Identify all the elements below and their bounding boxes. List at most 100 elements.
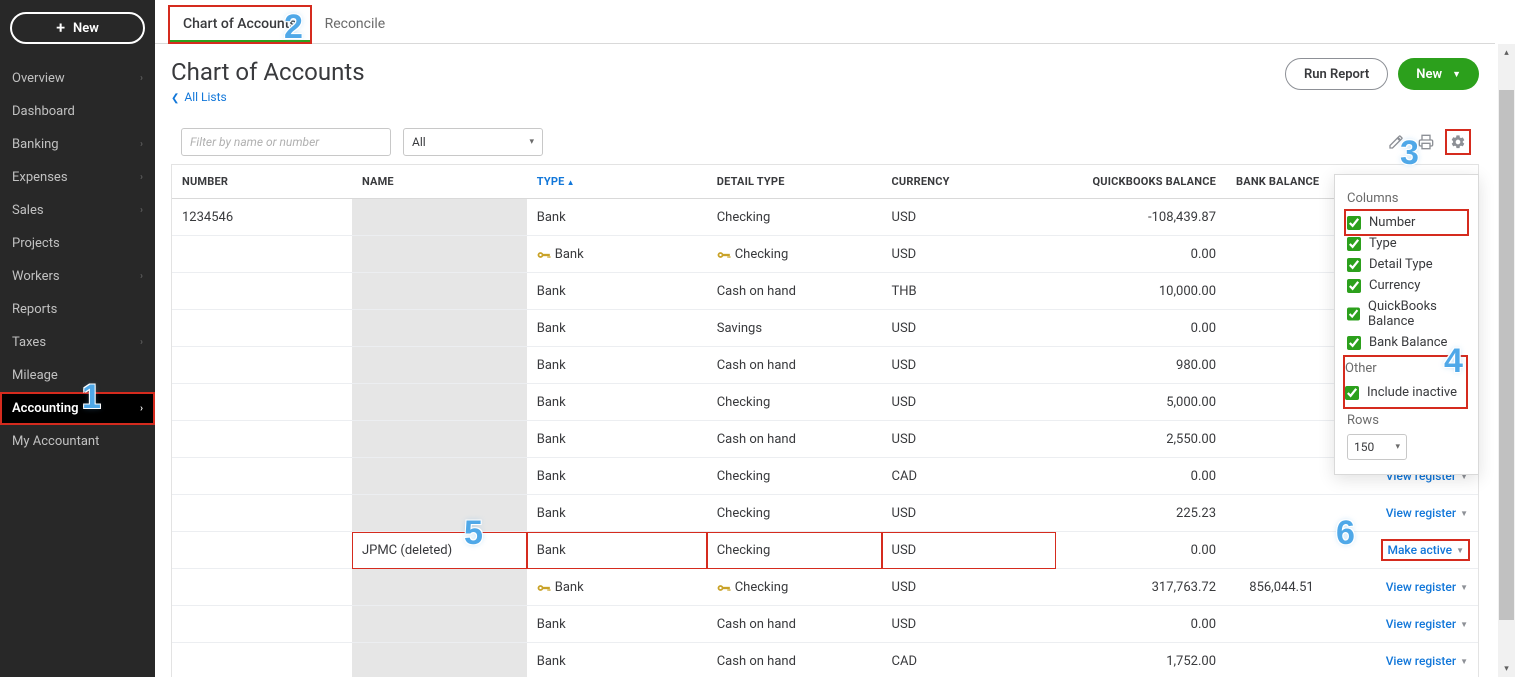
cell-name — [352, 384, 527, 421]
edit-icon[interactable] — [1387, 133, 1405, 151]
new-button[interactable]: + New — [10, 12, 145, 44]
cell-currency: USD — [882, 199, 1057, 236]
nav-item-reports[interactable]: Reports — [0, 293, 155, 326]
cell-action: Make active ▼ — [1324, 532, 1478, 569]
column-toggle-bank-balance[interactable]: Bank Balance — [1347, 332, 1466, 353]
redacted-name — [352, 606, 527, 642]
col-currency[interactable]: CURRENCY — [882, 165, 1057, 199]
table-toolbar: All ▾ — [171, 128, 1479, 156]
scroll-up-arrow[interactable]: ▴ — [1498, 44, 1515, 61]
cell-bank-balance — [1226, 606, 1324, 643]
col-bank-balance[interactable]: BANK BALANCE — [1226, 165, 1324, 199]
redacted-name — [352, 569, 527, 605]
cell-bank-balance — [1226, 310, 1324, 347]
table-row: BankCash on handUSD980.00 — [172, 347, 1478, 384]
redacted-name — [352, 643, 527, 677]
cell-bank-balance — [1226, 384, 1324, 421]
row-action-link[interactable]: View register ▼ — [1386, 506, 1468, 520]
nav-item-projects[interactable]: Projects — [0, 227, 155, 260]
chevron-right-icon: › — [140, 139, 143, 150]
tabbar: Chart of AccountsReconcile — [155, 0, 1495, 44]
cell-name — [352, 643, 527, 677]
cell-number: 1234546 — [172, 199, 352, 236]
run-report-button[interactable]: Run Report — [1285, 58, 1388, 90]
cell-detail-type: Checking — [707, 495, 882, 532]
checkbox-input[interactable] — [1347, 237, 1361, 251]
cell-number — [172, 495, 352, 532]
cell-qb-balance: 5,000.00 — [1056, 384, 1226, 421]
cell-currency: USD — [882, 569, 1057, 606]
nav-item-sales[interactable]: Sales› — [0, 194, 155, 227]
chevron-left-icon: ❮ — [171, 93, 179, 104]
checkbox-input[interactable] — [1347, 307, 1360, 321]
scrollbar[interactable]: ▴ ▾ — [1498, 44, 1515, 677]
include-inactive-checkbox[interactable]: Include inactive — [1345, 382, 1462, 403]
cell-bank-balance — [1226, 532, 1324, 569]
row-action-link[interactable]: View register ▼ — [1386, 654, 1468, 668]
breadcrumb-label: All Lists — [184, 90, 226, 104]
nav-item-mileage[interactable]: Mileage — [0, 359, 155, 392]
cell-action: View register ▼ — [1324, 606, 1478, 643]
col-type[interactable]: TYPE▲ — [527, 165, 707, 199]
column-toggle-quickbooks-balance[interactable]: QuickBooks Balance — [1347, 296, 1466, 332]
cell-name — [352, 273, 527, 310]
column-toggle-detail-type[interactable]: Detail Type — [1347, 254, 1466, 275]
cell-type: Bank — [527, 347, 707, 384]
scroll-down-arrow[interactable]: ▾ — [1498, 660, 1515, 677]
print-icon[interactable] — [1417, 133, 1435, 151]
col-detail-type[interactable]: DETAIL TYPE — [707, 165, 882, 199]
cell-bank-balance — [1226, 643, 1324, 677]
cell-detail-type: Cash on hand — [707, 347, 882, 384]
cell-currency: USD — [882, 384, 1057, 421]
rows-select[interactable]: 150 ▾ — [1347, 434, 1407, 460]
checkbox-input[interactable] — [1347, 258, 1361, 272]
nav-item-workers[interactable]: Workers› — [0, 260, 155, 293]
cell-number — [172, 384, 352, 421]
row-action-link[interactable]: View register ▼ — [1386, 617, 1468, 631]
tab-reconcile[interactable]: Reconcile — [311, 6, 400, 43]
redacted-name — [352, 384, 527, 420]
table-row: BankCash on handCAD1,752.00View register… — [172, 643, 1478, 677]
breadcrumb-all-lists[interactable]: ❮ All Lists — [171, 90, 365, 104]
cell-qb-balance: 225.23 — [1056, 495, 1226, 532]
scope-select[interactable]: All ▾ — [403, 128, 543, 156]
columns-popover: Columns NumberTypeDetail TypeCurrencyQui… — [1334, 174, 1479, 475]
filter-input[interactable] — [181, 128, 391, 156]
redacted-name — [352, 199, 527, 235]
include-inactive-input[interactable] — [1345, 386, 1359, 400]
table-row: BankCheckingUSD5,000.00 — [172, 384, 1478, 421]
nav-item-expenses[interactable]: Expenses› — [0, 161, 155, 194]
cell-name — [352, 458, 527, 495]
new-account-button[interactable]: New ▼ — [1398, 58, 1479, 90]
column-toggle-number[interactable]: Number — [1347, 212, 1466, 233]
settings-gear-button[interactable] — [1447, 131, 1469, 153]
checkbox-input[interactable] — [1347, 216, 1361, 230]
col-name[interactable]: NAME — [352, 165, 527, 199]
cell-qb-balance: 1,752.00 — [1056, 643, 1226, 677]
column-toggle-currency[interactable]: Currency — [1347, 275, 1466, 296]
cell-detail-type: Checking — [707, 569, 882, 606]
col-qb-balance[interactable]: QUICKBOOKS BALANCE — [1056, 165, 1226, 199]
cell-bank-balance — [1226, 421, 1324, 458]
chevron-down-icon: ▾ — [1395, 442, 1400, 452]
cell-bank-balance: 856,044.51 — [1226, 569, 1324, 606]
nav-item-taxes[interactable]: Taxes› — [0, 326, 155, 359]
col-number[interactable]: NUMBER — [172, 165, 352, 199]
column-toggle-type[interactable]: Type — [1347, 233, 1466, 254]
tab-chart-of-accounts[interactable]: Chart of Accounts — [169, 6, 311, 43]
table-row: BankSavingsUSD0.00 — [172, 310, 1478, 347]
nav-item-accounting[interactable]: Accounting› — [0, 392, 155, 425]
page-body: Chart of Accounts ❮ All Lists Run Report… — [155, 44, 1495, 677]
scrollbar-thumb[interactable] — [1499, 90, 1514, 620]
nav-item-overview[interactable]: Overview› — [0, 62, 155, 95]
cell-action: View register ▼ — [1324, 569, 1478, 606]
checkbox-input[interactable] — [1347, 336, 1361, 350]
row-action-link[interactable]: Make active ▼ — [1383, 541, 1468, 559]
nav-item-dashboard[interactable]: Dashboard — [0, 95, 155, 128]
cell-type: Bank — [527, 273, 707, 310]
row-action-link[interactable]: View register ▼ — [1386, 580, 1468, 594]
cell-currency: CAD — [882, 643, 1057, 677]
nav-item-banking[interactable]: Banking› — [0, 128, 155, 161]
nav-item-my-accountant[interactable]: My Accountant — [0, 425, 155, 458]
checkbox-input[interactable] — [1347, 279, 1361, 293]
